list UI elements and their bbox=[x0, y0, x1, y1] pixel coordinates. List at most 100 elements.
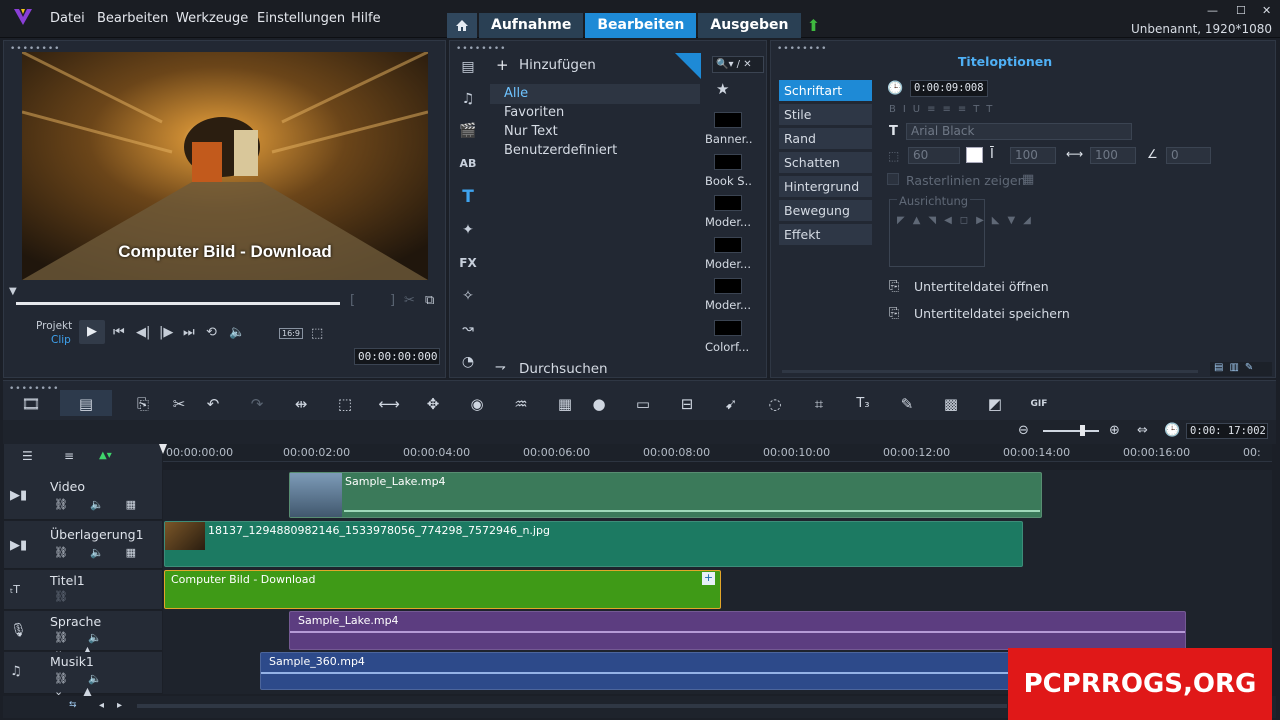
duration-field[interactable]: 0:00:09:008 bbox=[910, 80, 988, 97]
tab-schatten[interactable]: Schatten bbox=[779, 152, 872, 173]
zoom-slider[interactable] bbox=[1043, 430, 1099, 432]
color-swatch[interactable] bbox=[966, 147, 983, 163]
edit-icon[interactable]: ✎ bbox=[896, 394, 918, 414]
record-icon[interactable]: ◉ bbox=[466, 394, 488, 414]
menu-hilfe[interactable]: Hilfe bbox=[351, 11, 381, 26]
save-subtitle-button[interactable]: Untertiteldatei speichern bbox=[914, 306, 1070, 321]
split-screen-icon[interactable]: ⊟ bbox=[676, 394, 698, 414]
tab-bearbeiten[interactable]: Bearbeiten bbox=[585, 13, 697, 38]
angle-field[interactable]: 0 bbox=[1166, 147, 1211, 164]
thumbnail[interactable] bbox=[714, 278, 742, 294]
audio-mixer-icon[interactable]: ♒ bbox=[510, 394, 532, 414]
audio-icon[interactable]: ♫ bbox=[458, 89, 478, 109]
mode-project[interactable]: Projekt bbox=[36, 320, 72, 332]
mark-out-icon[interactable]: ] bbox=[390, 293, 395, 308]
tab-schriftart[interactable]: Schriftart bbox=[779, 80, 872, 101]
scrubber-handle[interactable]: ▼ bbox=[9, 286, 17, 297]
media-icon[interactable]: ▤ bbox=[458, 57, 478, 77]
volume-icon[interactable]: 🔈 bbox=[229, 325, 245, 340]
thumbnail[interactable] bbox=[714, 112, 742, 128]
panel-grip[interactable]: •••••••• bbox=[777, 44, 827, 54]
browse-icon[interactable]: ⇁ bbox=[495, 360, 506, 375]
particles-icon[interactable]: ✧ bbox=[458, 286, 478, 306]
ripple-icon[interactable]: ▲▾ bbox=[99, 450, 112, 461]
scroll-thumb[interactable] bbox=[137, 704, 1007, 708]
thumbnail-label[interactable]: Banner... bbox=[705, 132, 753, 146]
transition-icon[interactable]: AB bbox=[458, 154, 478, 174]
3d-title-icon[interactable]: T₃ bbox=[852, 394, 874, 414]
zoom-out-icon[interactable]: ⊖ bbox=[1018, 423, 1029, 438]
repeat-icon[interactable]: ⟲ bbox=[206, 325, 217, 340]
scrubber-bar[interactable] bbox=[16, 302, 340, 305]
grid-settings-icon[interactable]: ▦ bbox=[1022, 172, 1034, 187]
mark-in-icon[interactable]: [ bbox=[350, 293, 355, 308]
thumbnail-label[interactable]: Moder... bbox=[705, 215, 753, 229]
crop-tool-icon[interactable]: ⬚ bbox=[334, 394, 356, 414]
step-back-icon[interactable]: ◀| bbox=[136, 325, 150, 340]
tab-ausgeben[interactable]: Ausgeben bbox=[698, 13, 801, 38]
scroll-left-icon[interactable]: ◂ bbox=[99, 700, 104, 711]
options-scrollbar[interactable] bbox=[782, 370, 1198, 373]
undo-icon[interactable]: ↶ bbox=[202, 394, 224, 414]
menu-werkzeuge[interactable]: Werkzeuge bbox=[176, 11, 248, 26]
preview-video[interactable]: Computer Bild - Download bbox=[22, 52, 428, 280]
category-favoriten[interactable]: Favoriten bbox=[490, 103, 700, 123]
thumbnail[interactable] bbox=[714, 154, 742, 170]
crop-icon[interactable]: ⬚ bbox=[311, 326, 323, 341]
category-nur-text[interactable]: Nur Text bbox=[490, 122, 700, 142]
menu-bearbeiten[interactable]: Bearbeiten bbox=[97, 11, 168, 26]
search-field[interactable]: 🔍▾ / ✕ bbox=[712, 56, 764, 73]
tab-rand[interactable]: Rand bbox=[779, 128, 872, 149]
video-clip[interactable]: Sample_Lake.mp4 bbox=[289, 472, 1042, 518]
redo-icon[interactable]: ↷ bbox=[246, 394, 268, 414]
fit-timeline-icon[interactable]: ⇔ bbox=[1137, 423, 1148, 438]
timeline-timecode[interactable]: 0:00: 17:002 bbox=[1186, 423, 1268, 439]
panel-grip[interactable]: •••••••• bbox=[9, 384, 59, 394]
screen-capture-icon[interactable]: ⌗ bbox=[808, 394, 830, 414]
mode-clip[interactable]: Clip bbox=[51, 334, 71, 346]
minimize-icon[interactable]: — bbox=[1207, 4, 1218, 17]
stop-motion-icon[interactable]: ▩ bbox=[940, 394, 962, 414]
aspect-ratio-button[interactable]: 16:9 bbox=[279, 328, 303, 339]
text-style-icons[interactable]: BIU≡≡≡TT bbox=[889, 104, 999, 115]
thumbnail-label[interactable]: Book S... bbox=[705, 174, 753, 188]
upload-icon[interactable]: ⬆ bbox=[803, 13, 825, 38]
line-spacing-field[interactable]: 100 bbox=[1010, 147, 1056, 164]
motion-tracking-icon[interactable]: ➹ bbox=[720, 394, 742, 414]
enlarge-icon[interactable]: ⧉ bbox=[425, 293, 434, 308]
zoom-in-icon[interactable]: ⊕ bbox=[1109, 423, 1120, 438]
maximize-icon[interactable]: ☐ bbox=[1236, 4, 1246, 17]
track-manager-icon[interactable]: ☰ bbox=[22, 449, 33, 463]
fit-icon[interactable]: ⇹ bbox=[290, 394, 312, 414]
pin-icon[interactable] bbox=[675, 53, 701, 79]
scissors-icon[interactable]: ✂ bbox=[404, 293, 415, 308]
tab-aufnahme[interactable]: Aufnahme bbox=[479, 13, 584, 38]
instant-project-icon[interactable]: 🎬 bbox=[458, 121, 478, 141]
music-clip[interactable]: Sample_360.mp4 bbox=[260, 652, 1020, 690]
skip-start-icon[interactable]: ⏮ bbox=[113, 325, 125, 340]
thumbnail[interactable] bbox=[714, 195, 742, 211]
play-button[interactable]: ▶ bbox=[79, 320, 105, 344]
scroll-right-icon[interactable]: ▸ bbox=[117, 700, 122, 711]
close-icon[interactable]: ✕ bbox=[1262, 4, 1271, 17]
browse-button[interactable]: Durchsuchen bbox=[519, 361, 608, 377]
storyboard-view-icon[interactable]: 🎞 bbox=[20, 394, 42, 414]
skip-end-icon[interactable]: ⏭ bbox=[183, 325, 195, 340]
thumbnail-label[interactable]: Moder... bbox=[705, 298, 753, 312]
category-benutzerdefiniert[interactable]: Benutzerdefiniert bbox=[490, 141, 700, 161]
track-link-icon[interactable]: ⛓ bbox=[54, 590, 68, 603]
thumbnail[interactable] bbox=[714, 237, 742, 253]
split-icon[interactable]: ⟷ bbox=[378, 394, 400, 414]
gridlines-checkbox[interactable] bbox=[887, 173, 899, 185]
home-tab[interactable] bbox=[447, 13, 477, 38]
step-forward-icon[interactable]: |▶ bbox=[159, 325, 173, 340]
tab-bewegung[interactable]: Bewegung bbox=[779, 200, 872, 221]
preview-timecode[interactable]: 00:00:00:000 bbox=[354, 348, 440, 365]
voice-clip[interactable]: Sample_Lake.mp4 bbox=[289, 611, 1186, 650]
painting-icon[interactable]: ◩ bbox=[984, 394, 1006, 414]
font-size-field[interactable]: 60 bbox=[908, 147, 960, 164]
add-media-icon[interactable]: ⎘ bbox=[132, 394, 154, 414]
open-subtitle-button[interactable]: Untertiteldatei öffnen bbox=[914, 279, 1049, 294]
thumbnail-label[interactable]: Moder... bbox=[705, 257, 753, 271]
tab-stile[interactable]: Stile bbox=[779, 104, 872, 125]
